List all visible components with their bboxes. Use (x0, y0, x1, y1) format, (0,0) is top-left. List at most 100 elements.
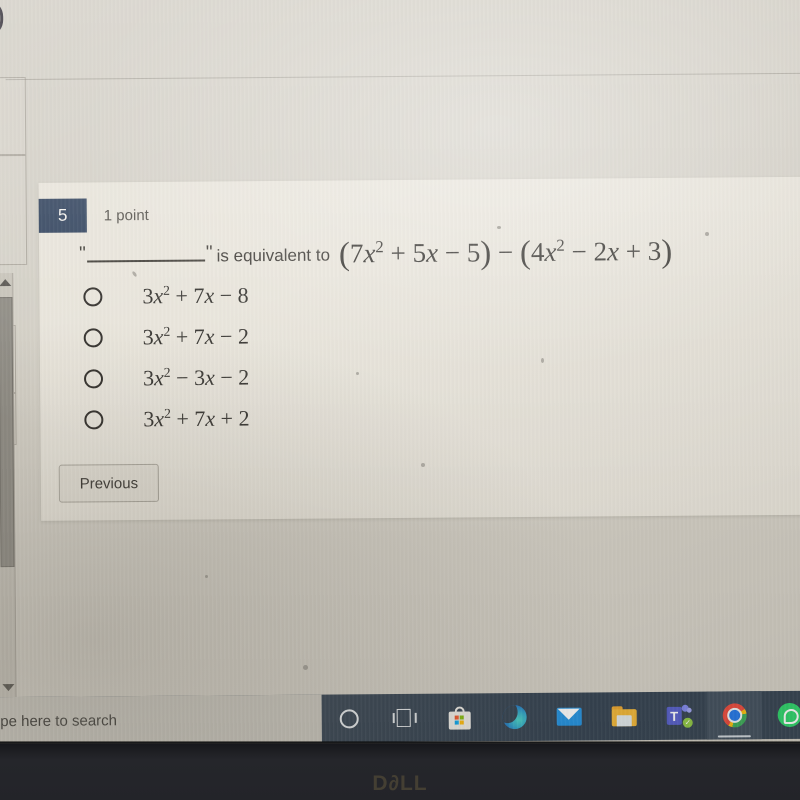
expr-var-x-3: x (544, 236, 557, 267)
taskbar-button-file-explorer[interactable] (597, 692, 652, 740)
expr-paren-close-1: ) (480, 235, 492, 272)
taskbar-button-mail[interactable] (542, 692, 597, 740)
answer-option-c[interactable]: 3x2 − 3x − 2 (83, 357, 250, 399)
expr-coef-2: 2 (593, 236, 608, 267)
page-top-divider (5, 72, 800, 81)
opt-b-op-1: + (175, 324, 189, 350)
opt-a-var-2: x (204, 283, 215, 309)
search-placeholder-text: ype here to search (0, 711, 118, 730)
taskbar-button-chrome[interactable] (706, 691, 762, 740)
taskbar-button-cortana[interactable] (322, 694, 377, 742)
opt-a-const: 8 (237, 282, 249, 308)
bezel-seam (0, 741, 800, 744)
radio-button-d[interactable] (84, 410, 104, 430)
expr-const-5: 5 (466, 237, 481, 268)
opt-d-mid-coef: 7 (194, 406, 206, 432)
prompt-open-quote: " (78, 243, 86, 265)
taskbar-button-microsoft-teams[interactable]: T ✓ (652, 692, 707, 740)
opt-a-mid-coef: 7 (193, 283, 205, 309)
opt-c-mid-coef: 3 (193, 365, 206, 391)
scroll-up-arrow-icon[interactable] (0, 279, 12, 287)
task-view-icon (392, 708, 417, 728)
prompt-close-quote: " (205, 242, 213, 264)
browser-page: 5 1 point " " is equivalent to (7x2 + 5x… (0, 0, 800, 702)
sidebar-panel-fragment-2 (0, 154, 28, 266)
question-expression: (7x2 + 5x − 5) − (4x2 − 2x + 3) (338, 232, 673, 273)
expr-paren-close-2: ) (661, 233, 673, 270)
expr-paren-open-2: ( (519, 234, 532, 272)
expr-minus-2: − (571, 236, 587, 267)
prompt-connector-text: is equivalent to (216, 245, 331, 266)
laptop-bottom-bezel: D∂LL (0, 742, 800, 800)
previous-button[interactable]: Previous (58, 463, 160, 503)
opt-d-coef: 3 (143, 406, 155, 432)
scroll-down-arrow-icon[interactable] (2, 684, 15, 692)
taskbar-button-microsoft-store[interactable] (432, 693, 487, 741)
answer-options-list: 3x2 + 7x − 8 3x2 + 7x − 2 3x2 − 3x − 2 3… (83, 275, 250, 440)
partial-corner-glyph-icon (0, 1, 4, 36)
radio-button-b[interactable] (83, 328, 103, 348)
screen-area: 5 1 point " " is equivalent to (7x2 + 5x… (0, 0, 800, 756)
expr-coef-7: 7 (349, 238, 364, 269)
whatsapp-icon (777, 702, 800, 728)
opt-b-coef: 3 (142, 324, 154, 350)
answer-option-c-expression: 3x2 − 3x − 2 (143, 365, 249, 392)
opt-c-exponent: 2 (163, 365, 171, 381)
file-explorer-icon (611, 706, 637, 727)
opt-c-op-2: − (220, 364, 233, 391)
expr-minus-outer: − (497, 237, 514, 268)
question-header: 5 1 point (38, 198, 149, 233)
edge-icon (502, 705, 527, 730)
opt-d-var-2: x (205, 406, 216, 432)
taskbar-button-edge[interactable] (487, 693, 542, 741)
answer-option-b-expression: 3x2 + 7x − 2 (143, 324, 249, 351)
opt-c-var-2: x (204, 365, 215, 391)
opt-a-op-2: − (219, 282, 233, 309)
opt-c-var-1: x (153, 365, 164, 391)
chrome-running-indicator (717, 734, 751, 738)
microsoft-teams-icon: T ✓ (666, 704, 693, 728)
opt-c-coef: 3 (142, 365, 155, 391)
opt-b-exponent: 2 (163, 324, 171, 340)
expr-paren-open-1: ( (338, 236, 351, 273)
opt-a-op-1: + (175, 283, 188, 309)
answer-option-a[interactable]: 3x2 + 7x − 8 (83, 275, 249, 317)
opt-c-op-1: − (176, 365, 189, 391)
mail-icon (556, 707, 582, 726)
prompt-blank-underline (86, 247, 205, 263)
taskbar-button-whatsapp[interactable] (762, 691, 800, 739)
radio-button-a[interactable] (83, 287, 103, 307)
opt-d-op-2: + (220, 405, 234, 432)
answer-option-d-expression: 3x2 + 7x + 2 (143, 406, 249, 433)
expr-plus-1: + (390, 237, 406, 269)
radio-button-c[interactable] (83, 369, 104, 389)
question-prompt: " " is equivalent to (7x2 + 5x − 5) − (4… (78, 230, 673, 273)
opt-b-var-2: x (204, 324, 215, 350)
answer-option-d[interactable]: 3x2 + 7x + 2 (84, 398, 250, 440)
taskbar-button-task-view[interactable] (377, 694, 432, 742)
taskbar-icon-strip: T ✓ (322, 691, 800, 743)
opt-b-mid-coef: 7 (193, 324, 205, 350)
cortana-icon (339, 708, 359, 728)
opt-a-exponent: 2 (163, 283, 170, 299)
expr-minus-1: − (444, 237, 461, 268)
question-points-label: 1 point (103, 206, 149, 224)
taskbar-search-input[interactable]: ype here to search (0, 694, 322, 746)
answer-option-b[interactable]: 3x2 + 7x − 2 (83, 316, 250, 358)
question-number-badge: 5 (38, 198, 87, 233)
scrollbar-thumb[interactable] (0, 297, 15, 568)
opt-c-const: 2 (238, 364, 250, 390)
expr-coef-4: 4 (530, 236, 545, 267)
opt-b-op-2: − (219, 323, 233, 350)
expr-exponent-2: 2 (556, 235, 565, 255)
answer-option-a-expression: 3x2 + 7x − 8 (142, 283, 248, 310)
opt-b-var-1: x (153, 324, 164, 350)
expr-var-x-1: x (363, 238, 376, 269)
expr-coef-5: 5 (412, 237, 427, 268)
opt-d-var-1: x (154, 406, 165, 432)
laptop-screen-photo: 5 1 point " " is equivalent to (7x2 + 5x… (0, 0, 800, 800)
expr-var-x-2: x (425, 237, 439, 268)
expr-var-x-4: x (606, 236, 620, 267)
quiz-question-card: 5 1 point " " is equivalent to (7x2 + 5x… (38, 176, 800, 521)
teams-status-badge: ✓ (682, 717, 693, 728)
